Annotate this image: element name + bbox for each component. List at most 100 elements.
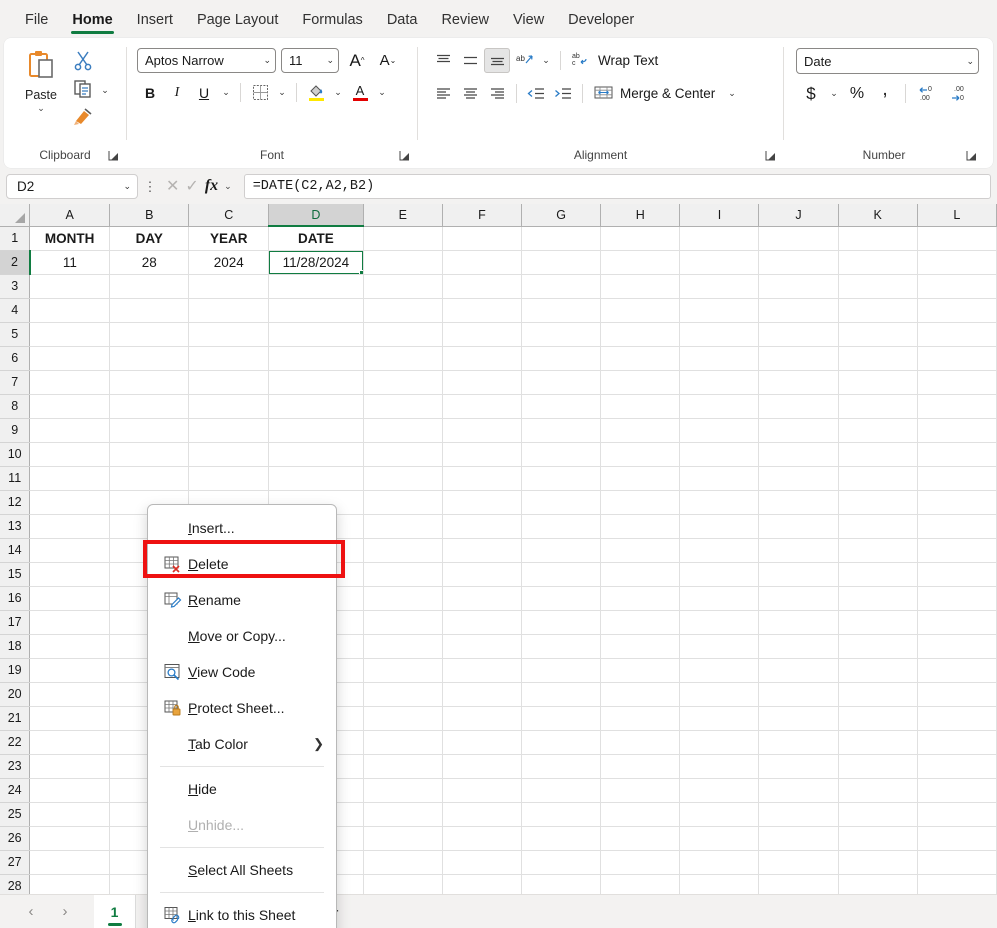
column-header-J[interactable]: J	[759, 204, 838, 226]
cell-A12[interactable]	[30, 490, 110, 514]
cell-H11[interactable]	[601, 466, 680, 490]
cell-E19[interactable]	[363, 658, 442, 682]
cell-G18[interactable]	[522, 634, 601, 658]
cell-C8[interactable]	[189, 394, 269, 418]
cell-H6[interactable]	[601, 346, 680, 370]
cell-J20[interactable]	[759, 682, 838, 706]
column-header-C[interactable]: C	[189, 204, 269, 226]
cell-E20[interactable]	[363, 682, 442, 706]
cell-F27[interactable]	[442, 850, 521, 874]
cell-A1[interactable]: MONTH	[30, 226, 110, 250]
chevron-down-icon[interactable]: ⌄	[37, 104, 45, 113]
cell-B1[interactable]: DAY	[110, 226, 189, 250]
cell-I19[interactable]	[680, 658, 759, 682]
cell-A22[interactable]	[30, 730, 110, 754]
column-header-I[interactable]: I	[680, 204, 759, 226]
cell-E21[interactable]	[363, 706, 442, 730]
ribbon-tab-data[interactable]: Data	[376, 6, 429, 33]
cell-G7[interactable]	[522, 370, 601, 394]
cell-C5[interactable]	[189, 322, 269, 346]
row-header-8[interactable]: 8	[0, 394, 30, 418]
wrap-text-button[interactable]: ab c Wrap Text	[567, 48, 663, 73]
cell-I3[interactable]	[680, 274, 759, 298]
cell-J14[interactable]	[759, 538, 838, 562]
column-header-F[interactable]: F	[442, 204, 521, 226]
cell-K23[interactable]	[838, 754, 917, 778]
menu-item-hide[interactable]: Hide	[148, 771, 336, 807]
cell-J8[interactable]	[759, 394, 838, 418]
row-header-1[interactable]: 1	[0, 226, 30, 250]
cell-G17[interactable]	[522, 610, 601, 634]
decrease-decimal-button[interactable]: 0 .00	[913, 81, 943, 106]
percent-style-button[interactable]: %	[844, 81, 870, 106]
cell-J2[interactable]	[759, 250, 838, 274]
cell-I16[interactable]	[680, 586, 759, 610]
cell-K17[interactable]	[838, 610, 917, 634]
cell-I18[interactable]	[680, 634, 759, 658]
cell-F16[interactable]	[442, 586, 521, 610]
chevron-left-icon[interactable]: ‹	[14, 899, 48, 925]
cell-G15[interactable]	[522, 562, 601, 586]
cell-K12[interactable]	[838, 490, 917, 514]
cell-D5[interactable]	[269, 322, 364, 346]
row-header-10[interactable]: 10	[0, 442, 30, 466]
cell-I12[interactable]	[680, 490, 759, 514]
enter-check-icon[interactable]: ✓	[185, 176, 198, 196]
cell-I8[interactable]	[680, 394, 759, 418]
cell-I11[interactable]	[680, 466, 759, 490]
cell-I7[interactable]	[680, 370, 759, 394]
decrease-indent-button[interactable]	[523, 81, 549, 106]
cell-K11[interactable]	[838, 466, 917, 490]
chevron-down-icon[interactable]: ⌄	[826, 81, 842, 106]
cell-J1[interactable]	[759, 226, 838, 250]
row-header-5[interactable]: 5	[0, 322, 30, 346]
fill-handle[interactable]	[359, 270, 364, 275]
cell-G23[interactable]	[522, 754, 601, 778]
ribbon-tab-page-layout[interactable]: Page Layout	[186, 6, 289, 33]
cell-E26[interactable]	[363, 826, 442, 850]
cell-D6[interactable]	[269, 346, 364, 370]
column-header-B[interactable]: B	[110, 204, 189, 226]
cell-I22[interactable]	[680, 730, 759, 754]
chevron-down-icon[interactable]: ⌄	[538, 48, 554, 73]
cell-B7[interactable]	[110, 370, 189, 394]
cell-A21[interactable]	[30, 706, 110, 730]
row-header-21[interactable]: 21	[0, 706, 30, 730]
cell-A6[interactable]	[30, 346, 110, 370]
column-header-H[interactable]: H	[601, 204, 680, 226]
increase-font-size-button[interactable]: A^	[344, 48, 370, 73]
cell-A17[interactable]	[30, 610, 110, 634]
cell-L22[interactable]	[917, 730, 996, 754]
cell-E13[interactable]	[363, 514, 442, 538]
cell-J9[interactable]	[759, 418, 838, 442]
cell-F9[interactable]	[442, 418, 521, 442]
cell-H14[interactable]	[601, 538, 680, 562]
format-painter-icon[interactable]	[72, 105, 94, 132]
cell-C2[interactable]: 2024	[189, 250, 269, 274]
cell-K13[interactable]	[838, 514, 917, 538]
menu-item-tab-color[interactable]: Tab Color❯	[148, 726, 336, 762]
row-header-15[interactable]: 15	[0, 562, 30, 586]
font-color-button[interactable]: A	[347, 80, 373, 105]
cell-J21[interactable]	[759, 706, 838, 730]
cell-H17[interactable]	[601, 610, 680, 634]
cell-A9[interactable]	[30, 418, 110, 442]
cell-H7[interactable]	[601, 370, 680, 394]
cell-K24[interactable]	[838, 778, 917, 802]
cell-C6[interactable]	[189, 346, 269, 370]
cell-G16[interactable]	[522, 586, 601, 610]
cell-F25[interactable]	[442, 802, 521, 826]
ribbon-tab-view[interactable]: View	[502, 6, 555, 33]
cell-E4[interactable]	[363, 298, 442, 322]
cell-F18[interactable]	[442, 634, 521, 658]
cell-E10[interactable]	[363, 442, 442, 466]
cell-H28[interactable]	[601, 874, 680, 894]
cell-G4[interactable]	[522, 298, 601, 322]
cell-E9[interactable]	[363, 418, 442, 442]
increase-indent-button[interactable]	[550, 81, 576, 106]
cell-K25[interactable]	[838, 802, 917, 826]
select-all-corner[interactable]	[0, 204, 30, 226]
accounting-format-button[interactable]: $	[798, 81, 824, 106]
fill-color-button[interactable]	[303, 80, 329, 105]
cell-D7[interactable]	[269, 370, 364, 394]
